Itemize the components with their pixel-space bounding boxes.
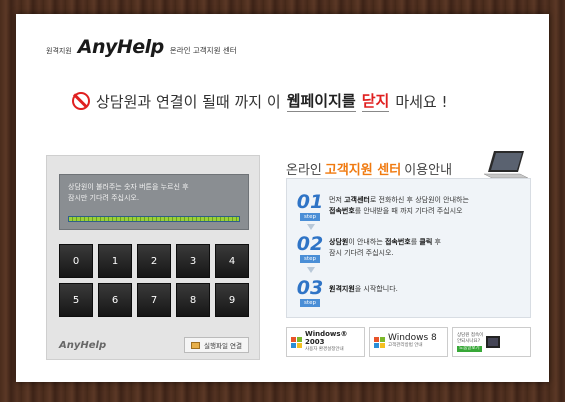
screen-text-line2: 잠시만 기다려 주십시오. bbox=[68, 194, 140, 202]
windows-8-link[interactable]: Windows 8 고객관리방법 안내 bbox=[369, 327, 448, 357]
step-1-bold2: 접속번호 bbox=[329, 207, 355, 215]
progress-fill bbox=[69, 217, 239, 221]
step-arrow-2 bbox=[307, 267, 315, 273]
monitor-icon bbox=[486, 336, 501, 348]
run-file-label: 실행파일 연결 bbox=[204, 342, 242, 350]
key-2[interactable]: 2 bbox=[137, 244, 171, 278]
windows-logo-icon bbox=[291, 336, 302, 348]
step-2-tag: step bbox=[300, 255, 320, 263]
step-1-bold: 고객센터 bbox=[344, 196, 370, 204]
prohibited-icon bbox=[72, 92, 90, 110]
run-file-button[interactable]: 실행파일 연결 bbox=[184, 337, 249, 353]
help-link[interactable]: 상담원 접속이 안되시나요? 도움말보기 bbox=[452, 327, 531, 357]
header-subtitle: 온라인 고객지원 센터 bbox=[169, 46, 237, 55]
step-1-post: 로 전화하신 후 상담원이 안내하는 bbox=[369, 196, 469, 204]
page-header: 원격지원 AnyHelp 온라인 고객지원 센터 bbox=[46, 36, 237, 58]
brand-logo: AnyHelp bbox=[77, 36, 165, 58]
step-3-bold: 원격지원 bbox=[329, 285, 355, 293]
step-3-number: 03 bbox=[296, 277, 324, 299]
step-2-bold3: 클릭 bbox=[419, 238, 433, 246]
step-2-number: 02 bbox=[296, 233, 324, 255]
guide-title-highlight: 고객지원 센터 bbox=[324, 162, 402, 178]
number-keypad: 0 1 2 3 4 5 6 7 8 9 bbox=[59, 244, 249, 317]
key-8[interactable]: 8 bbox=[176, 283, 210, 317]
windows-8-logo-icon bbox=[374, 336, 385, 348]
key-0[interactable]: 0 bbox=[59, 244, 93, 278]
bottom-links: Windows® 2003 사용자 환경설정안내 Windows 8 고객관리방… bbox=[286, 327, 531, 357]
step-1-tag: step bbox=[300, 213, 320, 221]
key-1[interactable]: 1 bbox=[98, 244, 132, 278]
steps-box: 01 step 먼저 고객센터로 전화하신 후 상담원이 안내하는 접속번호를 … bbox=[286, 178, 531, 318]
step-1: 01 step 먼저 고객센터로 전화하신 후 상담원이 안내하는 접속번호를 … bbox=[297, 193, 469, 221]
progress-bar bbox=[68, 216, 240, 222]
os2-name: Windows 8 bbox=[388, 333, 437, 343]
key-5[interactable]: 5 bbox=[59, 283, 93, 317]
instruction-screen: 상담원이 불러주는 숫자 버튼을 누르신 후 잠시만 기다려 주십시오. bbox=[59, 174, 249, 230]
os2-sub: 고객관리방법 안내 bbox=[388, 343, 423, 348]
step-2-text: 상담원이 안내하는 접속번호를 클릭 후 잠시 기다려 주십시오. bbox=[329, 237, 441, 259]
key-9[interactable]: 9 bbox=[215, 283, 249, 317]
help-line2: 안되시나요? bbox=[457, 338, 481, 344]
step-3-post: 을 시작합니다. bbox=[354, 285, 398, 293]
help-button[interactable]: 도움말보기 bbox=[457, 345, 482, 352]
os1-sub: 사용자 환경설정안내 bbox=[305, 347, 344, 352]
screen-text-line1: 상담원이 불러주는 숫자 버튼을 누르신 후 bbox=[68, 183, 189, 191]
step-2-line2: 잠시 기다려 주십시오. bbox=[329, 249, 394, 257]
warning-text-red: 닫지 bbox=[361, 92, 390, 112]
step-1-post2: 를 안내받을 때 까지 기다려 주십시오 bbox=[354, 207, 463, 215]
step-1-text: 먼저 고객센터로 전화하신 후 상담원이 안내하는 접속번호를 안내받을 때 까… bbox=[329, 195, 469, 217]
warning-text-prefix: 상담원과 연결이 될때 까지 이 bbox=[96, 92, 281, 111]
step-3-tag: step bbox=[300, 299, 320, 307]
step-1-pre: 먼저 bbox=[329, 196, 345, 204]
step-2-bold2: 접속번호 bbox=[384, 238, 411, 246]
step-arrow-1 bbox=[307, 224, 315, 230]
guide-title-prefix: 온라인 bbox=[286, 162, 322, 178]
key-6[interactable]: 6 bbox=[98, 283, 132, 317]
warning-banner: 상담원과 연결이 될때 까지 이 웹페이지를 닫지 마세요 ! bbox=[72, 88, 512, 114]
keypad-panel: 상담원이 불러주는 숫자 버튼을 누르신 후 잠시만 기다려 주십시오. 0 1… bbox=[46, 155, 260, 360]
step-2: 02 step 상담원이 안내하는 접속번호를 클릭 후 잠시 기다려 주십시오… bbox=[297, 235, 441, 263]
windows-2003-link[interactable]: Windows® 2003 사용자 환경설정안내 bbox=[286, 327, 365, 357]
step-2-bold: 상담원 bbox=[329, 238, 349, 246]
folder-icon bbox=[191, 341, 201, 349]
footer-logo: AnyHelp bbox=[59, 339, 107, 351]
os1-name: Windows® 2003 bbox=[305, 330, 348, 346]
step-3: 03 step 원격지원을 시작합니다. bbox=[297, 279, 398, 307]
guide-title-suffix: 이용안내 bbox=[404, 162, 453, 178]
keypad-footer: AnyHelp 실행파일 연결 bbox=[59, 336, 249, 354]
step-3-text: 원격지원을 시작합니다. bbox=[329, 284, 398, 295]
key-4[interactable]: 4 bbox=[215, 244, 249, 278]
key-3[interactable]: 3 bbox=[176, 244, 210, 278]
step-2-post: 이 안내하는 bbox=[348, 238, 385, 246]
header-small-label: 원격지원 bbox=[46, 47, 72, 55]
warning-text-bold: 웹페이지를 bbox=[286, 92, 356, 112]
key-7[interactable]: 7 bbox=[137, 283, 171, 317]
step-1-number: 01 bbox=[296, 191, 324, 213]
warning-text-suffix: 마세요 ! bbox=[395, 92, 448, 111]
step-2-post3: 후 bbox=[432, 238, 441, 246]
